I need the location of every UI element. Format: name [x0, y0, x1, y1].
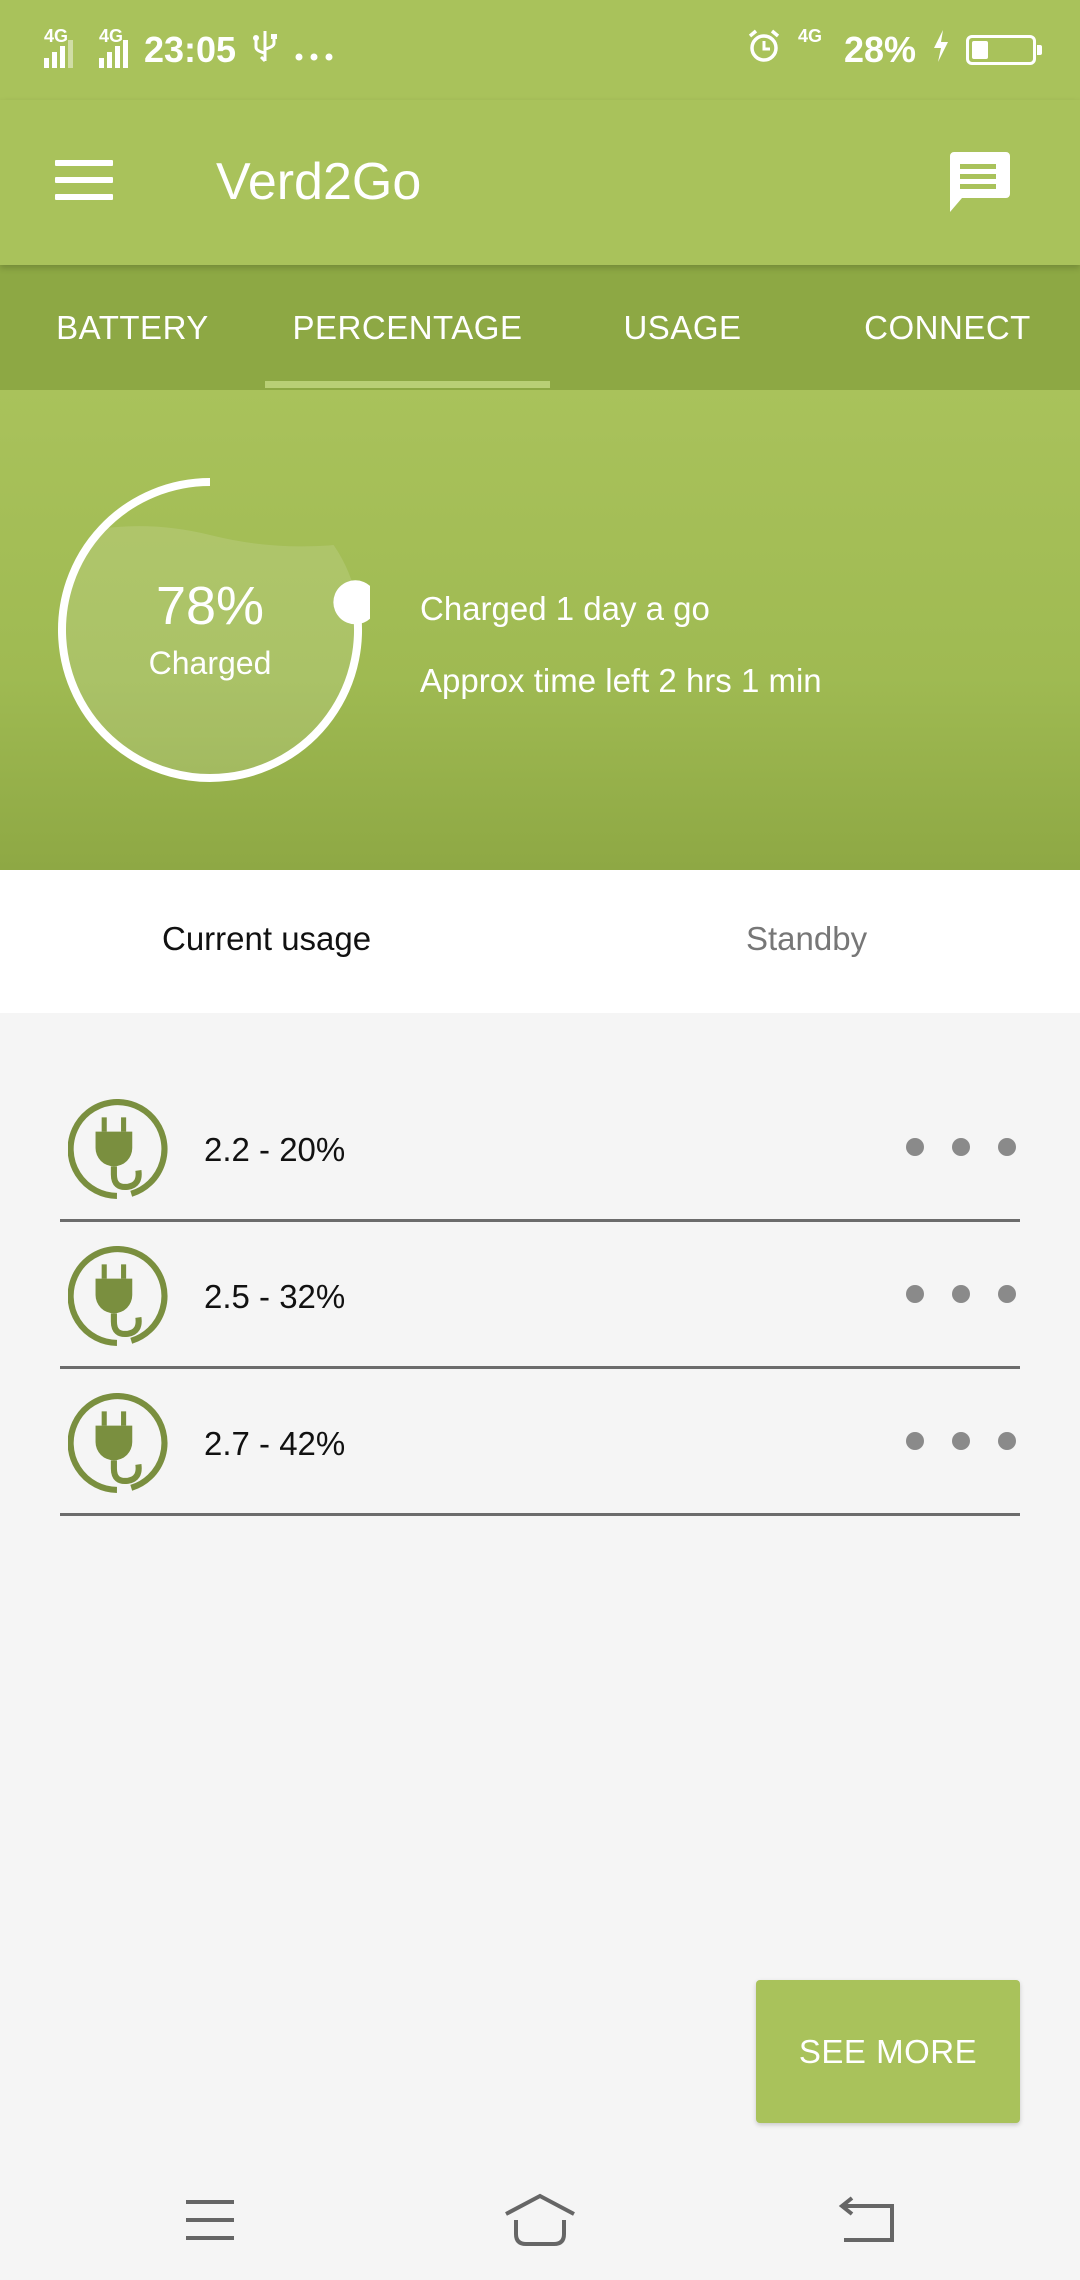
signal-icon: 4G — [99, 26, 128, 68]
charge-panel: 78% Charged Charged 1 day a go Approx ti… — [0, 390, 1080, 870]
plug-icon — [68, 1099, 168, 1199]
back-icon[interactable] — [830, 2190, 910, 2250]
charge-label: Charged — [148, 645, 272, 681]
more-dots-icon — [294, 29, 334, 71]
tab-indicator — [265, 381, 550, 388]
last-charged-text: Charged 1 day a go — [420, 590, 710, 627]
plug-icon — [68, 1393, 168, 1493]
list-item[interactable]: 2.2 - 20% — [60, 1075, 1020, 1222]
charge-percent: 78% — [155, 576, 265, 636]
time-left-text: Approx time left 2 hrs 1 min — [420, 662, 822, 699]
list-item[interactable]: 2.7 - 42% — [60, 1369, 1020, 1516]
tab-battery[interactable]: BATTERY — [30, 265, 235, 390]
system-nav-bar — [0, 2160, 1080, 2280]
alarm-icon — [746, 28, 782, 73]
more-options-icon[interactable] — [906, 1429, 1016, 1453]
subtab-standby[interactable]: Standby — [746, 920, 867, 958]
usage-item-label: 2.2 - 20% — [204, 1131, 346, 1168]
message-icon[interactable] — [944, 148, 1012, 216]
battery-icon — [966, 35, 1042, 65]
tab-usage[interactable]: USAGE — [590, 265, 775, 390]
recent-apps-icon[interactable] — [170, 2190, 250, 2250]
usage-item-label: 2.7 - 42% — [204, 1425, 346, 1462]
hamburger-menu-icon[interactable] — [55, 160, 113, 200]
more-options-icon[interactable] — [906, 1135, 1016, 1159]
usage-subtabs: Current usage Standby — [0, 870, 1080, 1013]
tab-connect[interactable]: CONNECT — [840, 265, 1055, 390]
tab-bar: BATTERY PERCENTAGE USAGE CONNECT — [0, 265, 1080, 390]
signal-icon: 4G — [44, 26, 73, 68]
status-time: 23:05 — [144, 29, 237, 70]
usage-item-label: 2.5 - 32% — [204, 1278, 346, 1315]
signal-icon: 4G — [797, 26, 822, 46]
charging-icon — [932, 29, 950, 71]
see-more-button[interactable]: SEE MORE — [756, 1980, 1020, 2123]
more-options-icon[interactable] — [906, 1282, 1016, 1306]
app-bar: Verd2Go — [0, 100, 1080, 265]
list-item[interactable]: 2.5 - 32% — [60, 1222, 1020, 1369]
home-icon[interactable] — [500, 2190, 580, 2250]
status-bar: 4G 4G 23:05 4G 28% — [0, 0, 1080, 100]
subtab-current-usage[interactable]: Current usage — [162, 920, 371, 958]
usb-icon — [252, 29, 278, 72]
status-left: 4G 4G 23:05 — [44, 26, 334, 72]
status-right: 4G 28% — [746, 26, 1042, 73]
plug-icon — [68, 1246, 168, 1346]
tab-percentage[interactable]: PERCENTAGE — [265, 265, 550, 390]
app-title: Verd2Go — [216, 153, 422, 211]
battery-percent: 28% — [843, 29, 916, 70]
